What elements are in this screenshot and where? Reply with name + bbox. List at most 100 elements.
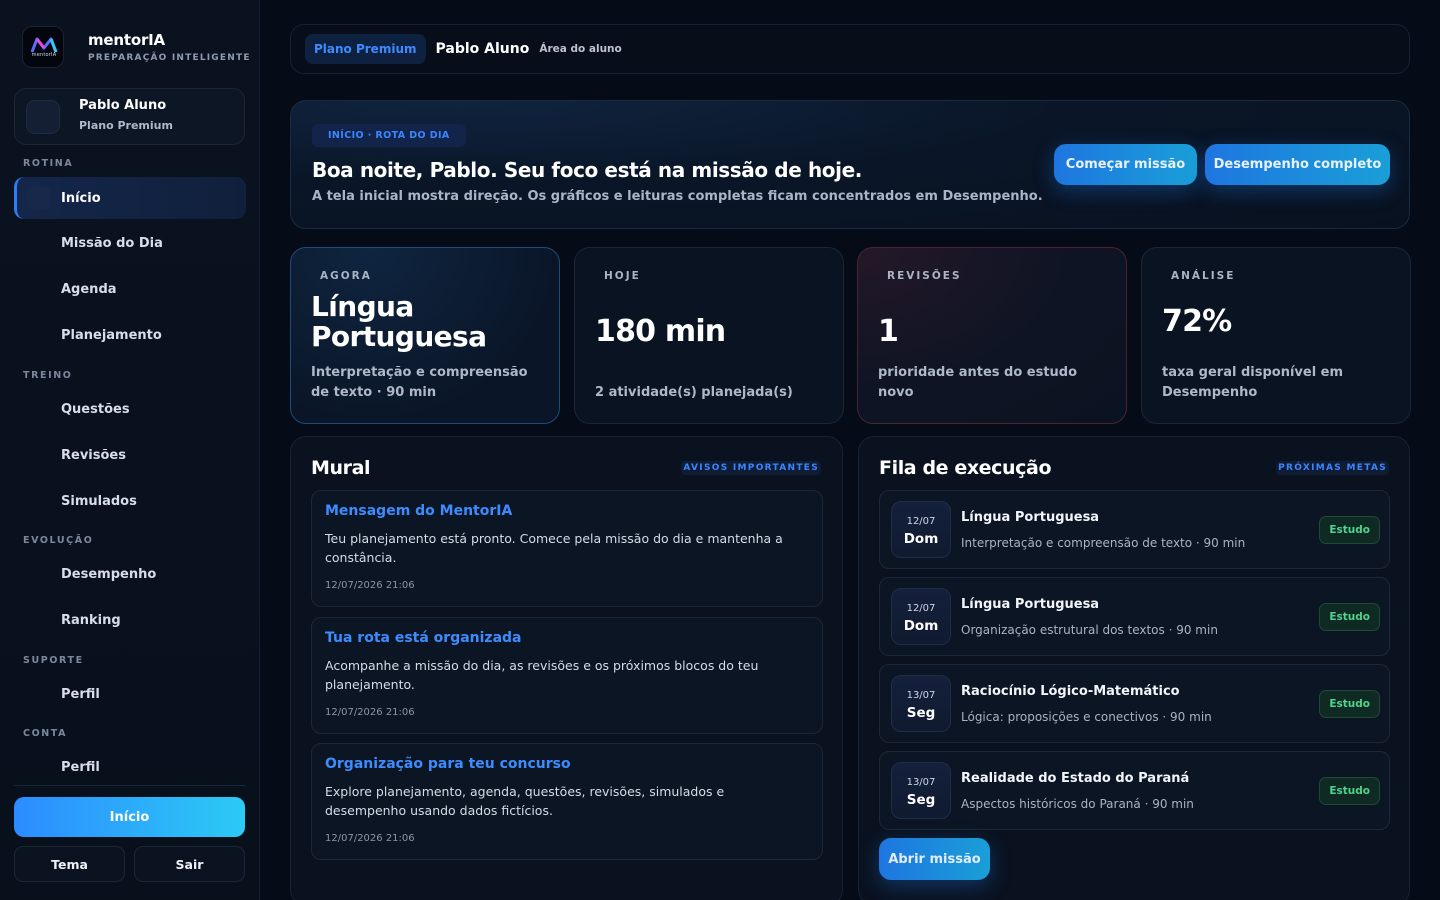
queue-item[interactable]: 12/07 Dom Língua Portuguesa Organização …: [879, 577, 1390, 656]
mural-message[interactable]: Mensagem do MentorIA Teu planejamento es…: [311, 490, 823, 607]
stat-description: prioridade antes do estudo novo: [878, 365, 1078, 400]
queue-weekday: Seg: [906, 792, 936, 808]
message-text: Teu planejamento está pronto. Comece pel…: [325, 531, 783, 565]
sidebar-item-questoes[interactable]: Questões: [14, 388, 246, 430]
stat-card-revisoes[interactable]: REVISÕES 1 prioridade antes do estudo no…: [857, 247, 1127, 424]
queue-item-subtitle: Organização estrutural dos textos · 90 m…: [961, 623, 1218, 637]
sidebar-item-simulados[interactable]: Simulados: [14, 480, 246, 522]
status-badge: Estudo: [1319, 690, 1380, 718]
open-mission-button[interactable]: Abrir missão: [879, 838, 990, 880]
topbar-user-name: Pablo Aluno: [435, 41, 530, 57]
sidebar-item-perfil-conta[interactable]: Perfil: [14, 746, 246, 788]
brand[interactable]: mentorIA mentorIA PREPARAÇÃO INTELIGENTE: [22, 26, 251, 68]
plan-badge[interactable]: Plano Premium: [305, 34, 426, 64]
queue-item[interactable]: 12/07 Dom Língua Portuguesa Interpretaçã…: [879, 490, 1390, 569]
hero-title: Boa noite, Pablo. Seu foco está na missã…: [312, 158, 862, 182]
stat-description: Interpretação e compreensão de texto · 9…: [311, 365, 528, 400]
message-text: Acompanhe a missão do dia, as revisões e…: [325, 658, 759, 692]
sidebar-item-planejamento[interactable]: Planejamento: [14, 314, 246, 356]
sidebar-item-inicio[interactable]: Início: [14, 177, 246, 219]
brand-tagline: PREPARAÇÃO INTELIGENTE: [88, 53, 251, 63]
queue-weekday: Dom: [903, 531, 939, 547]
queue-item-subtitle: Aspectos históricos do Paraná · 90 min: [961, 797, 1194, 811]
stat-description: taxa geral disponível em Desempenho: [1162, 365, 1344, 400]
avatar: [26, 100, 60, 134]
queue-item-subtitle: Lógica: proposições e conectivos · 90 mi…: [961, 710, 1212, 724]
queue-date: 12/07: [906, 516, 936, 527]
mural-title: Mural: [311, 457, 371, 479]
nav-section-rotina: ROTINA: [23, 158, 74, 169]
queue-date: 13/07: [906, 777, 936, 788]
queue-badge: PRÓXIMAS METAS: [1276, 461, 1389, 475]
mural-panel: Mural AVISOS IMPORTANTES Mensagem do Men…: [290, 436, 843, 900]
sidebar-item-label: Planejamento: [61, 327, 162, 343]
sidebar-item-label: Questões: [61, 401, 130, 417]
full-performance-button[interactable]: Desempenho completo: [1205, 144, 1390, 185]
sidebar-item-label: Início: [61, 190, 101, 206]
mural-badge: AVISOS IMPORTANTES: [681, 461, 821, 475]
date-box: 13/07 Seg: [891, 675, 951, 732]
queue-item-title: Raciocínio Lógico-Matemático: [961, 684, 1180, 699]
topbar-area-label: Área do aluno: [539, 43, 622, 55]
sidebar-item-missao-do-dia[interactable]: Missão do Dia: [14, 222, 246, 264]
mural-message[interactable]: Organização para teu concurso Explore pl…: [311, 743, 823, 860]
logo-text: mentorIA: [31, 52, 57, 58]
sidebar-item-desempenho[interactable]: Desempenho: [14, 553, 246, 595]
queue-panel: Fila de execução PRÓXIMAS METAS 12/07 Do…: [858, 436, 1410, 900]
stat-value: Língua Portuguesa: [311, 290, 487, 353]
nav-section-conta: CONTA: [23, 728, 68, 739]
message-title: Mensagem do MentorIA: [325, 503, 513, 519]
queue-item-title: Realidade do Estado do Paraná: [961, 771, 1190, 786]
sidebar-item-label: Agenda: [61, 281, 117, 297]
sidebar-item-label: Perfil: [61, 759, 100, 775]
start-mission-button[interactable]: Começar missão: [1054, 144, 1197, 185]
user-name: Pablo Aluno: [79, 98, 167, 113]
message-date: 12/07/2026 21:06: [325, 580, 415, 591]
sidebar-item-label: Simulados: [61, 493, 137, 509]
sidebar-item-label: Missão do Dia: [61, 235, 163, 251]
mural-message[interactable]: Tua rota está organizada Acompanhe a mis…: [311, 617, 823, 734]
theme-button[interactable]: Tema: [14, 846, 125, 882]
nav-section-treino: TREINO: [23, 370, 73, 381]
nav-section-suporte: SUPORTE: [23, 655, 84, 666]
queue-item-title: Língua Portuguesa: [961, 510, 1100, 525]
hero-subtitle: A tela inicial mostra direção. Os gráfic…: [312, 189, 1043, 204]
sidebar-item-agenda[interactable]: Agenda: [14, 268, 246, 310]
status-badge: Estudo: [1319, 516, 1380, 544]
sidebar-item-ranking[interactable]: Ranking: [14, 599, 246, 641]
mentoria-logo-icon: mentorIA: [22, 26, 64, 68]
hero-banner: INÍCIO · ROTA DO DIA Boa noite, Pablo. S…: [290, 100, 1410, 229]
queue-item-title: Língua Portuguesa: [961, 597, 1100, 612]
date-box: 12/07 Dom: [891, 501, 951, 558]
queue-weekday: Seg: [906, 705, 936, 721]
logout-button[interactable]: Sair: [134, 846, 245, 882]
stat-value: 180 min: [595, 314, 726, 349]
queue-title: Fila de execução: [879, 457, 1052, 479]
user-plan: Plano Premium: [79, 119, 173, 132]
home-icon: [27, 186, 51, 210]
stat-label: AGORA: [320, 270, 372, 282]
queue-date: 13/07: [906, 690, 936, 701]
stat-description: 2 atividade(s) planejada(s): [595, 385, 793, 400]
sidebar-item-revisoes[interactable]: Revisões: [14, 434, 246, 476]
status-badge: Estudo: [1319, 777, 1380, 805]
stat-card-analise[interactable]: ANÁLISE 72% taxa geral disponível em Des…: [1141, 247, 1411, 424]
queue-weekday: Dom: [903, 618, 939, 634]
stat-card-hoje[interactable]: HOJE 180 min 2 atividade(s) planejada(s): [574, 247, 844, 424]
sidebar: mentorIA mentorIA PREPARAÇÃO INTELIGENTE…: [0, 0, 260, 900]
sidebar-item-perfil-suporte[interactable]: Perfil: [14, 673, 246, 715]
stat-label: REVISÕES: [887, 270, 962, 282]
user-card[interactable]: Pablo Aluno Plano Premium: [14, 88, 245, 145]
sidebar-item-label: Perfil: [61, 686, 100, 702]
queue-item[interactable]: 13/07 Seg Raciocínio Lógico-Matemático L…: [879, 664, 1390, 743]
nav-section-evolucao: EVOLUÇÃO: [23, 535, 94, 546]
hero-tag: INÍCIO · ROTA DO DIA: [312, 124, 466, 147]
topbar: Plano Premium Pablo Aluno Área do aluno: [290, 24, 1410, 74]
sidebar-item-label: Ranking: [61, 612, 121, 628]
status-badge: Estudo: [1319, 603, 1380, 631]
home-button[interactable]: Início: [14, 797, 245, 837]
stat-card-agora[interactable]: AGORA Língua Portuguesa Interpretação e …: [290, 247, 560, 424]
queue-item[interactable]: 13/07 Seg Realidade do Estado do Paraná …: [879, 751, 1390, 830]
stat-label: ANÁLISE: [1171, 270, 1236, 282]
queue-item-subtitle: Interpretação e compreensão de texto · 9…: [961, 536, 1246, 550]
